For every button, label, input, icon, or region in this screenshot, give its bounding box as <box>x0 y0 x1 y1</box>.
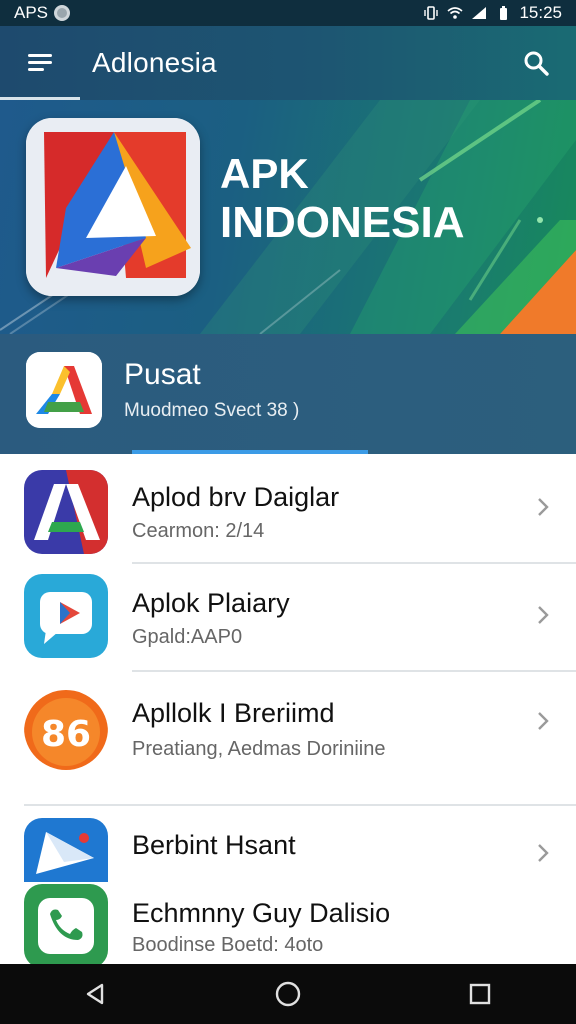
carrier-label: APS <box>14 3 49 22</box>
a-letter-icon <box>26 352 102 428</box>
featured-app-card[interactable]: Pusat Muodmeo Svect 38 ) <box>0 334 576 454</box>
list-item[interactable]: 86 Apllolk I Breriimd Preatiang, Aedmas … <box>0 672 576 804</box>
app-name: Echmnny Guy Dalisio <box>132 898 391 928</box>
system-nav-bar <box>0 964 576 1024</box>
app-subtitle: Gpald:AAP0 <box>132 626 243 648</box>
app-list: Aplod brv Daiglar Cearmon: 2/14 Aplok Pl… <box>0 454 576 964</box>
top-app-bar: Adlonesia <box>0 26 576 100</box>
chevron-right-icon <box>538 844 549 862</box>
home-circle-icon <box>275 981 301 1007</box>
back-triangle-icon <box>86 983 104 1005</box>
menu-button[interactable] <box>0 26 80 100</box>
clock-time: 15:25 <box>519 3 562 22</box>
app-subtitle: Preatiang, Aedmas Doriniine <box>132 738 386 760</box>
battery-icon <box>500 6 508 20</box>
signal-icon <box>472 7 487 19</box>
app-name: Berbint Hsant <box>132 830 296 860</box>
svg-text:86: 86 <box>41 714 91 755</box>
list-item[interactable]: Berbint Hsant <box>0 806 576 882</box>
home-button[interactable] <box>258 964 318 1024</box>
app-subtitle: Boodinse Boetd: 4oto <box>132 934 324 956</box>
chevron-right-icon <box>538 498 549 516</box>
list-item[interactable]: Aplod brv Daiglar Cearmon: 2/14 <box>0 454 576 562</box>
status-bar: APS 15:25 <box>0 0 576 26</box>
recents-square-icon <box>469 983 491 1005</box>
back-button[interactable] <box>66 964 126 1024</box>
app-name: Aplod brv Daiglar <box>132 482 340 512</box>
search-icon <box>524 51 549 76</box>
hamburger-menu-icon <box>28 54 52 72</box>
wifi-icon <box>447 7 463 19</box>
apk-indonesia-logo-icon <box>26 118 200 296</box>
featured-app-name: Pusat <box>124 358 201 391</box>
hero-banner[interactable]: APK INDONESIA <box>0 100 576 334</box>
vibrate-icon <box>424 6 439 20</box>
paper-plane-icon <box>24 818 108 882</box>
banner-title-line1: APK <box>220 150 309 197</box>
banner-title-line2: INDONESIA <box>220 198 465 248</box>
list-item[interactable]: Echmnny Guy Dalisio Boodinse Boetd: 4oto <box>0 884 576 964</box>
app-name: Aplok Plaiary <box>132 588 290 618</box>
app-subtitle: Cearmon: 2/14 <box>132 520 265 542</box>
chevron-right-icon <box>538 606 549 624</box>
a-logo-icon <box>24 470 108 554</box>
featured-app-subtitle: Muodmeo Svect 38 ) <box>124 400 300 421</box>
banner-title: APK INDONESIA <box>220 150 465 248</box>
search-button[interactable] <box>506 33 566 93</box>
notification-dot-icon <box>54 5 71 21</box>
number-badge-icon: 86 <box>24 686 108 770</box>
chevron-right-icon <box>538 712 549 730</box>
app-title: Adlonesia <box>92 47 217 78</box>
phone-chat-icon <box>24 884 108 964</box>
app-name: Apllolk I Breriimd <box>132 698 335 728</box>
recents-button[interactable] <box>450 964 510 1024</box>
list-item[interactable]: Aplok Plaiary Gpald:AAP0 <box>0 564 576 670</box>
play-chat-icon <box>24 574 108 658</box>
